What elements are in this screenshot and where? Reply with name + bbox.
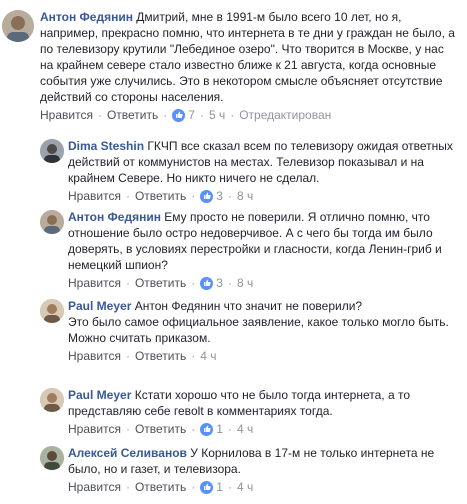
like-link[interactable]: Нравится [68, 188, 121, 204]
avatar[interactable] [40, 388, 64, 412]
like-icon[interactable] [200, 422, 214, 436]
edited-label[interactable]: Отредактирован [239, 107, 331, 123]
comment-actions: Нравится · Ответить · 3 · 8 ч [68, 275, 254, 291]
like-count[interactable]: 1 [216, 479, 223, 495]
like-icon[interactable] [200, 189, 214, 203]
like-icon[interactable] [172, 108, 186, 122]
like-link[interactable]: Нравится [68, 479, 121, 495]
like-count[interactable]: 7 [188, 107, 195, 123]
like-link[interactable]: Нравится [68, 275, 121, 291]
comment-author[interactable]: Алексей Селиванов [68, 446, 187, 460]
reply-link[interactable]: Ответить [135, 188, 186, 204]
comment-actions: Нравится · Ответить · 4 ч [68, 348, 217, 364]
like-count[interactable]: 3 [216, 188, 223, 204]
reply-link[interactable]: Ответить [135, 421, 186, 437]
avatar[interactable] [40, 139, 64, 163]
like-count[interactable]: 3 [216, 275, 223, 291]
comment-time[interactable]: 5 ч [209, 107, 225, 123]
like-link[interactable]: Нравится [40, 107, 93, 123]
like-link[interactable]: Нравится [68, 348, 121, 364]
like-icon[interactable] [200, 276, 214, 290]
comment-time[interactable]: 8 ч [237, 188, 253, 204]
comment-actions: Нравится · Ответить · 7 · 5 ч · Отредакт… [40, 107, 332, 123]
comment-author[interactable]: Антон Федянин [40, 10, 133, 24]
comment-actions: Нравится · Ответить · 1 · 4 ч [68, 421, 254, 437]
comment-time[interactable]: 4 ч [200, 348, 216, 364]
comment-actions: Нравится · Ответить · 3 · 8 ч [68, 188, 254, 204]
comment-author[interactable]: Антон Федянин [68, 210, 161, 224]
comment-time[interactable]: 4 ч [237, 479, 253, 495]
avatar[interactable] [40, 446, 64, 470]
avatar[interactable] [40, 210, 64, 234]
avatar[interactable] [40, 299, 64, 323]
avatar[interactable] [2, 10, 34, 42]
comment-text: Дмитрий, мне в 1991-м было всего 10 лет,… [40, 10, 459, 104]
comment-time[interactable]: 8 ч [237, 275, 253, 291]
like-count[interactable]: 1 [216, 421, 223, 437]
reply-link[interactable]: Ответить [107, 107, 158, 123]
comment-author[interactable]: Paul Meyer [68, 299, 131, 313]
comment-actions: Нравится · Ответить · 1 · 4 ч [68, 479, 254, 495]
reply-link[interactable]: Ответить [135, 348, 186, 364]
like-link[interactable]: Нравится [68, 421, 121, 437]
reply-link[interactable]: Ответить [135, 479, 186, 495]
comment-time[interactable]: 4 ч [237, 421, 253, 437]
comment-author[interactable]: Paul Meyer [68, 388, 131, 402]
reply-link[interactable]: Ответить [135, 275, 186, 291]
comment-author[interactable]: Dima Steshin [68, 139, 144, 153]
like-icon[interactable] [200, 480, 214, 494]
